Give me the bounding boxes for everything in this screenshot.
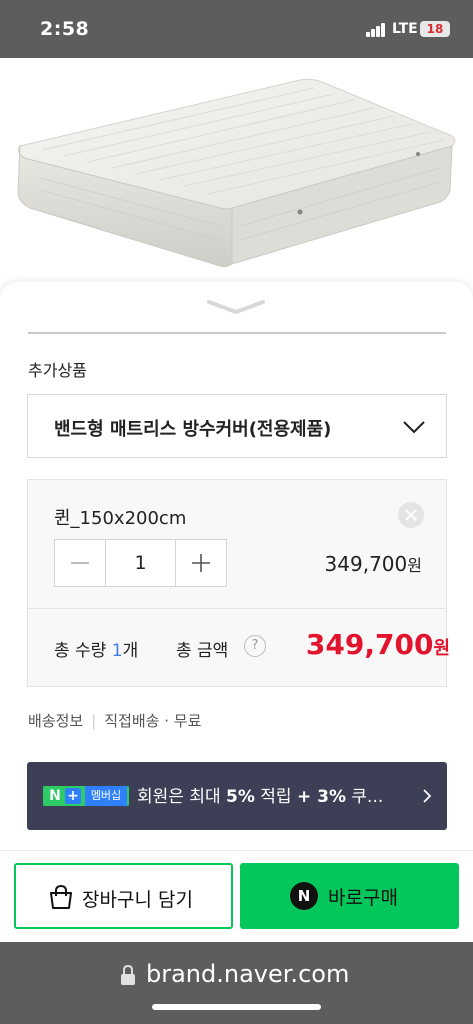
remove-option-button[interactable] — [398, 502, 424, 528]
total-summary: 총 수량 1개 총 금액 ? 349,700원 — [54, 628, 450, 664]
option-divider — [28, 608, 446, 609]
sheet-collapse-handle[interactable] — [206, 296, 266, 316]
option-name: 퀸_150x200cm — [54, 508, 187, 529]
plus-icon — [192, 554, 210, 572]
total-price: 349,700원 — [306, 628, 450, 661]
help-icon[interactable]: ? — [244, 635, 266, 657]
option-price-value: 349,700 — [324, 552, 408, 576]
naver-n-logo: N — [49, 788, 61, 804]
mattress-image — [17, 78, 456, 268]
promo-rate-1: 5% — [226, 787, 255, 807]
add-to-cart-button[interactable]: 장바구니 담기 — [14, 863, 233, 929]
addon-select[interactable]: 밴드형 매트리스 방수커버(전용제품) — [27, 394, 447, 458]
quantity-input[interactable]: 1 — [105, 540, 176, 586]
home-indicator[interactable] — [152, 1004, 321, 1010]
naver-pay-icon: N — [290, 882, 318, 910]
decrease-button[interactable] — [55, 540, 105, 586]
promo-rate-2: + 3% — [296, 787, 347, 807]
status-bar: 2:58 LTE 18 — [0, 0, 473, 58]
promo-text-prefix: 회원은 최대 — [137, 787, 227, 807]
browser-address-bar[interactable]: brand.naver.com — [0, 942, 473, 1024]
total-price-value: 349,700 — [305, 628, 434, 661]
network-type: LTE — [392, 21, 418, 37]
promo-text-suffix: 쿠... — [346, 787, 384, 807]
total-quantity: 총 수량 1개 — [54, 636, 138, 661]
increase-button[interactable] — [176, 540, 226, 586]
option-sheet: 추가상품 밴드형 매트리스 방수커버(전용제품) 퀸_150x200cm 1 3… — [0, 282, 473, 850]
membership-badge-text: 멤버십 — [85, 786, 127, 806]
option-price: 349,700원 — [325, 552, 422, 576]
option-price-unit: 원 — [407, 556, 422, 575]
product-image — [0, 58, 473, 308]
shipping-label: 배송정보 — [28, 712, 84, 730]
plus-logo: + — [65, 788, 81, 804]
addon-select-value: 밴드형 매트리스 방수커버(전용제품) — [54, 419, 332, 440]
total-quantity-unit: 개 — [122, 641, 139, 661]
lock-icon — [121, 964, 135, 985]
total-quantity-value: 1 — [111, 641, 123, 661]
chevron-right-icon — [423, 789, 432, 803]
chevron-down-icon — [403, 421, 425, 434]
promo-text: 회원은 최대 5% 적립 + 3% 쿠... — [137, 782, 383, 807]
promo-text-mid: 적립 — [254, 787, 297, 807]
url-text: brand.naver.com — [146, 960, 350, 988]
selected-option-card: 퀸_150x200cm 1 349,700원 총 수량 1개 총 금액 ? 34… — [27, 479, 450, 687]
total-price-unit: 원 — [433, 638, 450, 659]
close-icon — [405, 509, 417, 521]
status-time: 2:58 — [40, 18, 90, 40]
total-amount-label: 총 금액 — [176, 641, 229, 661]
sheet-divider — [28, 332, 446, 334]
shipping-value: 직접배송 · 무료 — [104, 712, 202, 730]
shipping-info: 배송정보 | 직접배송 · 무료 — [28, 710, 201, 731]
signal-icon — [366, 23, 386, 37]
buy-now-label: 바로구매 — [328, 887, 398, 909]
shipping-separator: | — [91, 712, 97, 730]
total-quantity-label: 총 수량 — [54, 641, 107, 661]
addon-section-label: 추가상품 — [28, 361, 87, 380]
battery-icon: 18 — [420, 21, 450, 37]
shopping-bag-icon — [50, 884, 72, 909]
naver-plus-membership-badge: N + 멤버십 — [43, 786, 129, 806]
buy-now-button[interactable]: N 바로구매 — [240, 863, 459, 929]
add-to-cart-label: 장바구니 담기 — [82, 889, 193, 911]
minus-icon — [71, 562, 89, 564]
purchase-action-bar: 장바구니 담기 N 바로구매 — [0, 850, 473, 942]
quantity-stepper: 1 — [54, 539, 227, 587]
membership-promo-banner[interactable]: N + 멤버십 회원은 최대 5% 적립 + 3% 쿠... — [27, 762, 447, 830]
